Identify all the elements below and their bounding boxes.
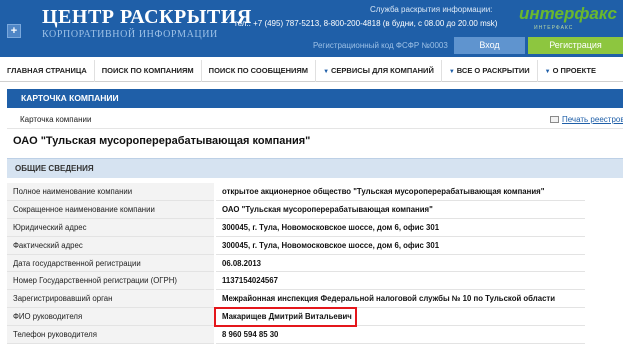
- table-row: Зарегистрировавший орган Межрайонная инсп…: [7, 289, 585, 309]
- row-value: Межрайонная инспекция Федеральной налого…: [215, 289, 585, 309]
- row-label: Номер Государственной регистрации (ОГРН): [7, 271, 216, 291]
- company-title: ОАО "Тульская мусороперерабатывающая ком…: [13, 135, 311, 147]
- table-row: Фактический адрес 300045, г. Тула, Новомо…: [7, 236, 585, 255]
- main-nav: ГЛАВНАЯ СТРАНИЦА ПОИСК ПО КОМПАНИЯМ ПОИС…: [0, 59, 623, 82]
- row-value: 06.08.2013: [215, 254, 585, 273]
- row-label: Фактический адрес: [7, 236, 216, 255]
- nav-disclosure-label: ВСЕ О РАСКРЫТИИ: [456, 65, 530, 75]
- nav-company-services[interactable]: ▼ СЕРВИСЫ ДЛЯ КОМПАНИЙ: [316, 59, 442, 82]
- breadcrumb: Карточка компании: [20, 115, 92, 124]
- row-label: Дата государственной регистрации: [7, 254, 216, 273]
- site-header: + ЦЕНТР РАСКРЫТИЯ КОРПОРАТИВНОЙ ИНФОРМАЦ…: [0, 0, 623, 57]
- interfax-logo[interactable]: интерфакс: [519, 4, 617, 24]
- row-value: 300045, г. Тула, Новомосковское шоссе, д…: [215, 218, 585, 237]
- row-value: открытое акционерное общество "Тульская …: [215, 183, 585, 202]
- row-label: Сокращенное наименование компании: [7, 200, 216, 220]
- nav-about[interactable]: ▼ О ПРОЕКТЕ: [538, 60, 603, 82]
- table-row: Юридический адрес 300045, г. Тула, Новомо…: [7, 218, 585, 237]
- table-row: Дата государственной регистрации 06.08.20…: [7, 254, 585, 273]
- site-logo-subtitle: КОРПОРАТИВНОЙ ИНФОРМАЦИИ: [42, 29, 218, 40]
- dropdown-triangle-icon: ▼: [544, 68, 551, 75]
- nav-company-search[interactable]: ПОИСК ПО КОМПАНИЯМ: [95, 59, 202, 82]
- register-button[interactable]: Регистрация: [528, 37, 623, 54]
- section-general-info: ОБЩИЕ СВЕДЕНИЯ: [7, 158, 623, 178]
- nav-home[interactable]: ГЛАВНАЯ СТРАНИЦА: [0, 59, 95, 82]
- row-label: Зарегистрировавший орган: [7, 289, 216, 309]
- table-row: Номер Государственной регистрации (ОГРН)…: [7, 271, 585, 291]
- service-title: Служба раскрытия информации:: [370, 5, 493, 14]
- dropdown-triangle-icon: ▼: [448, 68, 455, 75]
- row-value: 8 960 594 85 30: [215, 325, 585, 344]
- row-label: Юридический адрес: [7, 218, 216, 237]
- row-label: Полное наименование компании: [7, 183, 216, 202]
- logo-plus-icon[interactable]: +: [7, 24, 21, 38]
- login-button[interactable]: Вход: [454, 37, 525, 54]
- interfax-logo-sub: ИНТЕРФАКС: [534, 25, 574, 31]
- printer-icon: [550, 116, 559, 123]
- nav-message-search-label: ПОИСК ПО СООБЩЕНИЯМ: [208, 65, 309, 75]
- nav-about-label: О ПРОЕКТЕ: [552, 65, 596, 75]
- nav-home-label: ГЛАВНАЯ СТРАНИЦА: [7, 65, 87, 75]
- row-label: ФИО руководителя: [7, 307, 216, 326]
- nav-disclosure[interactable]: ▼ ВСЕ О РАСКРЫТИИ: [442, 59, 538, 82]
- print-registers-label: Печать реестров: [562, 115, 623, 124]
- nav-message-search[interactable]: ПОИСК ПО СООБЩЕНИЯМ: [202, 59, 317, 82]
- row-value: ОАО "Тульская мусороперерабатывающая ком…: [215, 200, 585, 220]
- print-registers-link[interactable]: Печать реестров: [550, 115, 623, 124]
- breadcrumb-row: Карточка компании Печать реестров: [7, 110, 623, 129]
- registration-code: Регистрационный код ФСФР №0003: [313, 41, 448, 50]
- nav-company-search-label: ПОИСК ПО КОМПАНИЯМ: [101, 65, 194, 75]
- table-row: Сокращенное наименование компании ОАО "Ту…: [7, 200, 585, 220]
- highlight-box: [214, 307, 357, 327]
- contact-phones: тел.: +7 (495) 787-5213, 8-800-200-4818 …: [234, 19, 498, 28]
- card-header: КАРТОЧКА КОМПАНИИ: [7, 89, 623, 108]
- table-row: Телефон руководителя 8 960 594 85 30: [7, 325, 585, 344]
- nav-company-services-label: СЕРВИСЫ ДЛЯ КОМПАНИЙ: [331, 65, 434, 75]
- site-logo-title[interactable]: ЦЕНТР РАСКРЫТИЯ: [42, 6, 252, 29]
- row-label: Телефон руководителя: [7, 325, 216, 344]
- row-value: 1137154024567: [215, 271, 585, 291]
- dropdown-triangle-icon: ▼: [323, 68, 330, 75]
- row-value: 300045, г. Тула, Новомосковское шоссе, д…: [215, 236, 585, 255]
- table-row: Полное наименование компании открытое акц…: [7, 183, 585, 202]
